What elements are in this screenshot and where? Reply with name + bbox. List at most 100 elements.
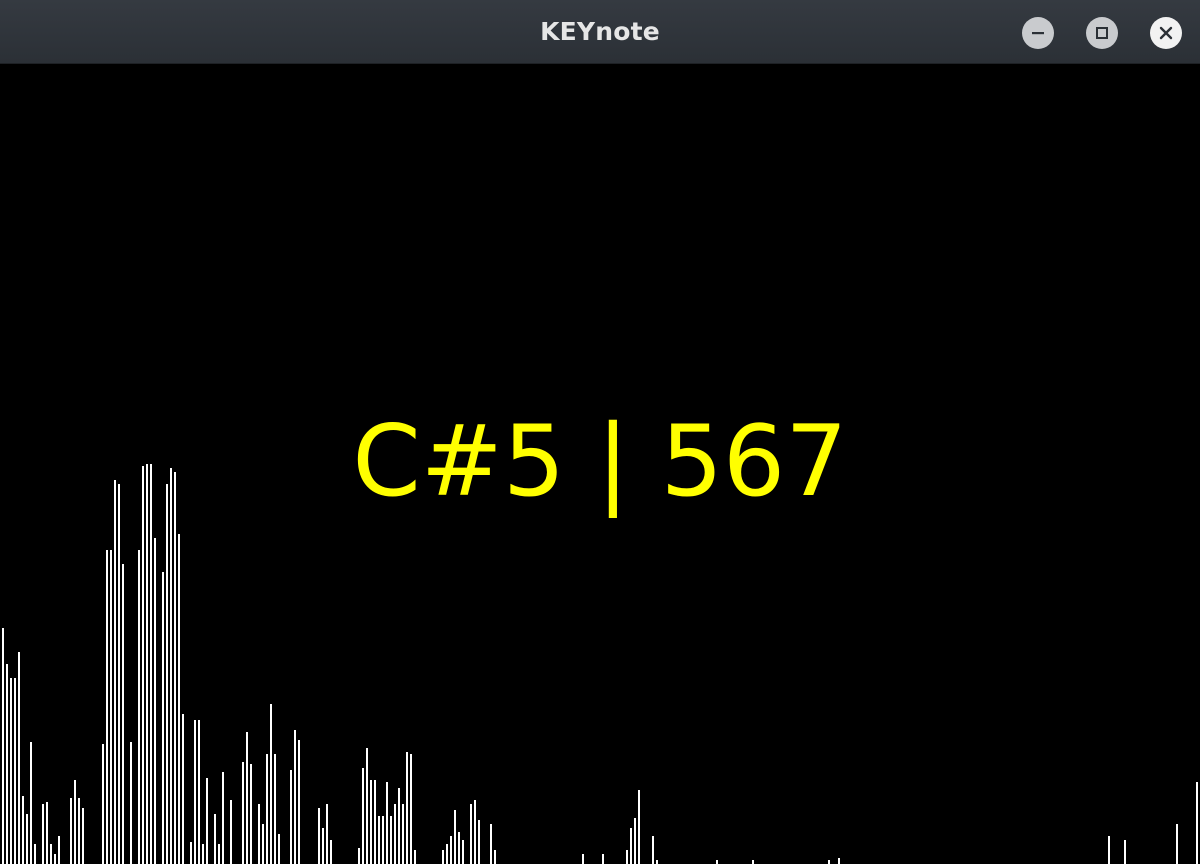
spectrum-bar: [110, 550, 112, 864]
app-window: KEYnote C#5 | 567: [0, 0, 1200, 864]
spectrum-bar: [246, 732, 248, 864]
minimize-icon: [1032, 32, 1044, 35]
spectrum-bar: [214, 814, 216, 864]
spectrum-bar: [298, 740, 300, 864]
close-icon: [1159, 26, 1173, 40]
spectrum-bar: [138, 550, 140, 864]
spectrum-bar: [410, 754, 412, 864]
spectrum-bar: [142, 466, 144, 864]
spectrum-bar: [322, 828, 324, 864]
spectrum-bar: [634, 818, 636, 864]
spectrum-bar: [386, 782, 388, 864]
spectrum-bar: [398, 788, 400, 864]
spectrum-bar: [114, 480, 116, 864]
spectrum-bar: [458, 832, 460, 864]
spectrum-bar: [290, 770, 292, 864]
spectrum-bar: [218, 844, 220, 864]
spectrum-bar: [370, 780, 372, 864]
spectrum-bar: [294, 730, 296, 864]
spectrum-bar: [454, 810, 456, 864]
spectrum-bar: [202, 844, 204, 864]
spectrum-bar: [638, 790, 640, 864]
maximize-button[interactable]: [1086, 17, 1118, 49]
spectrum-bar: [194, 720, 196, 864]
spectrum-bar: [14, 678, 16, 864]
spectrum-bar: [326, 804, 328, 864]
spectrum-bar: [716, 860, 718, 864]
visualizer-canvas: C#5 | 567: [0, 64, 1200, 864]
spectrum-bar: [46, 802, 48, 864]
spectrum-bar: [828, 860, 830, 864]
spectrum-bar: [178, 534, 180, 864]
spectrum-bar: [154, 538, 156, 864]
spectrum-bar: [406, 752, 408, 864]
spectrum-bar: [118, 484, 120, 864]
spectrum-bar: [74, 780, 76, 864]
spectrum-bar: [446, 844, 448, 864]
spectrum-bar: [222, 772, 224, 864]
spectrum-bar: [6, 664, 8, 864]
spectrum-bar: [318, 808, 320, 864]
spectrum-bar: [402, 804, 404, 864]
spectrum-bar: [122, 564, 124, 864]
spectrum-bar: [82, 808, 84, 864]
spectrum-bar: [174, 472, 176, 864]
spectrum-bar: [752, 860, 754, 864]
spectrum-bar: [582, 854, 584, 864]
spectrum-bar: [42, 804, 44, 864]
spectrum-bar: [26, 814, 28, 864]
spectrum-bar: [442, 850, 444, 864]
spectrum-bar: [258, 804, 260, 864]
spectrum-bar: [170, 468, 172, 864]
spectrum-bar: [474, 800, 476, 864]
spectrum-bar: [50, 844, 52, 864]
spectrum-bar: [330, 840, 332, 864]
spectrum-bar: [162, 572, 164, 864]
spectrum-bar: [2, 628, 4, 864]
spectrum-bar: [656, 860, 658, 864]
spectrum-bar: [58, 836, 60, 864]
spectrum-bar: [394, 804, 396, 864]
spectrum-bar: [102, 744, 104, 864]
spectrum-bar: [1124, 840, 1126, 864]
spectrum-bar: [450, 836, 452, 864]
spectrum-bar: [278, 834, 280, 864]
spectrum-bar: [470, 804, 472, 864]
spectrum-bar: [362, 768, 364, 864]
spectrum-bar: [30, 742, 32, 864]
spectrum-bar: [494, 850, 496, 864]
spectrum-bar: [206, 778, 208, 864]
spectrum-bar: [652, 836, 654, 864]
maximize-icon: [1096, 27, 1108, 39]
spectrum-bar: [630, 828, 632, 864]
note-frequency-readout: C#5 | 567: [352, 405, 848, 519]
spectrum-bar: [1176, 824, 1178, 864]
spectrum-bar: [270, 704, 272, 864]
spectrum-bar: [1108, 836, 1110, 864]
spectrum-bar: [22, 796, 24, 864]
close-button[interactable]: [1150, 17, 1182, 49]
spectrum-bar: [198, 720, 200, 864]
spectrum-bar: [626, 850, 628, 864]
spectrum-bar: [462, 840, 464, 864]
spectrum-bar: [70, 798, 72, 864]
spectrum-bar: [150, 464, 152, 864]
spectrum-bar: [390, 816, 392, 864]
spectrum-bar: [182, 714, 184, 864]
spectrum-bar: [250, 764, 252, 864]
spectrum-bar: [382, 816, 384, 864]
spectrum-bar: [358, 848, 360, 864]
spectrum-bar: [106, 550, 108, 864]
spectrum-bar: [230, 800, 232, 864]
spectrum-bar: [242, 762, 244, 864]
spectrum-bar: [274, 754, 276, 864]
title-bar[interactable]: KEYnote: [0, 0, 1200, 64]
spectrum-bar: [34, 844, 36, 864]
spectrum-bar: [478, 820, 480, 864]
minimize-button[interactable]: [1022, 17, 1054, 49]
spectrum-bar: [366, 748, 368, 864]
spectrum-bar: [838, 858, 840, 864]
spectrum-bar: [54, 854, 56, 864]
spectrum-bar: [10, 678, 12, 864]
spectrum-bar: [602, 854, 604, 864]
